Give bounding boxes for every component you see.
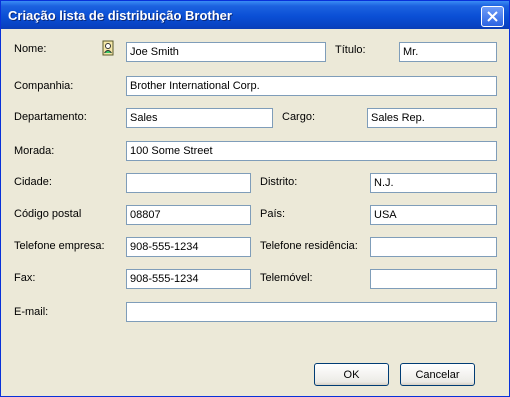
companhia-label: Companhia: <box>14 80 74 92</box>
codigo-postal-input[interactable] <box>126 205 251 225</box>
dialog-body: Nome: Título: Companhia: Departamento: C… <box>4 30 506 393</box>
nome-input[interactable] <box>126 42 326 62</box>
codigo-postal-label: Código postal <box>14 208 82 220</box>
close-button[interactable] <box>481 6 504 27</box>
cargo-label: Cargo: <box>282 111 316 123</box>
distribution-list-dialog: Criação lista de distribuição Brother No… <box>0 0 510 397</box>
pais-input[interactable] <box>370 205 497 225</box>
fax-label: Fax: <box>14 272 36 284</box>
cidade-label: Cidade: <box>14 176 52 188</box>
pais-label: País: <box>260 208 286 220</box>
telefone-empresa-input[interactable] <box>126 237 251 257</box>
distrito-input[interactable] <box>370 173 497 193</box>
distrito-label: Distrito: <box>260 176 298 188</box>
telefone-empresa-label: Telefone empresa: <box>14 240 105 252</box>
title-bar[interactable]: Criação lista de distribuição Brother <box>1 1 509 29</box>
cancel-button[interactable]: Cancelar <box>400 363 475 386</box>
email-input[interactable] <box>126 302 497 322</box>
telemovel-input[interactable] <box>370 269 497 289</box>
fax-input[interactable] <box>126 269 251 289</box>
morada-input[interactable] <box>126 141 497 161</box>
departamento-label: Departamento: <box>14 111 87 123</box>
window-title: Criação lista de distribuição Brother <box>8 8 232 23</box>
ok-button[interactable]: OK <box>314 363 389 386</box>
telemovel-label: Telemóvel: <box>260 272 313 284</box>
morada-label: Morada: <box>14 145 55 157</box>
departamento-input[interactable] <box>126 108 273 128</box>
email-label: E-mail: <box>14 306 49 318</box>
cargo-input[interactable] <box>367 108 497 128</box>
cidade-input[interactable] <box>126 173 251 193</box>
close-icon <box>487 11 498 22</box>
nome-label: Nome: <box>14 43 47 55</box>
telefone-residencia-label: Telefone residência: <box>260 240 358 252</box>
telefone-residencia-input[interactable] <box>370 237 497 257</box>
titulo-label: Título: <box>335 44 366 56</box>
address-book-icon[interactable] <box>101 40 115 56</box>
companhia-input[interactable] <box>126 76 497 96</box>
titulo-input[interactable] <box>399 42 497 62</box>
